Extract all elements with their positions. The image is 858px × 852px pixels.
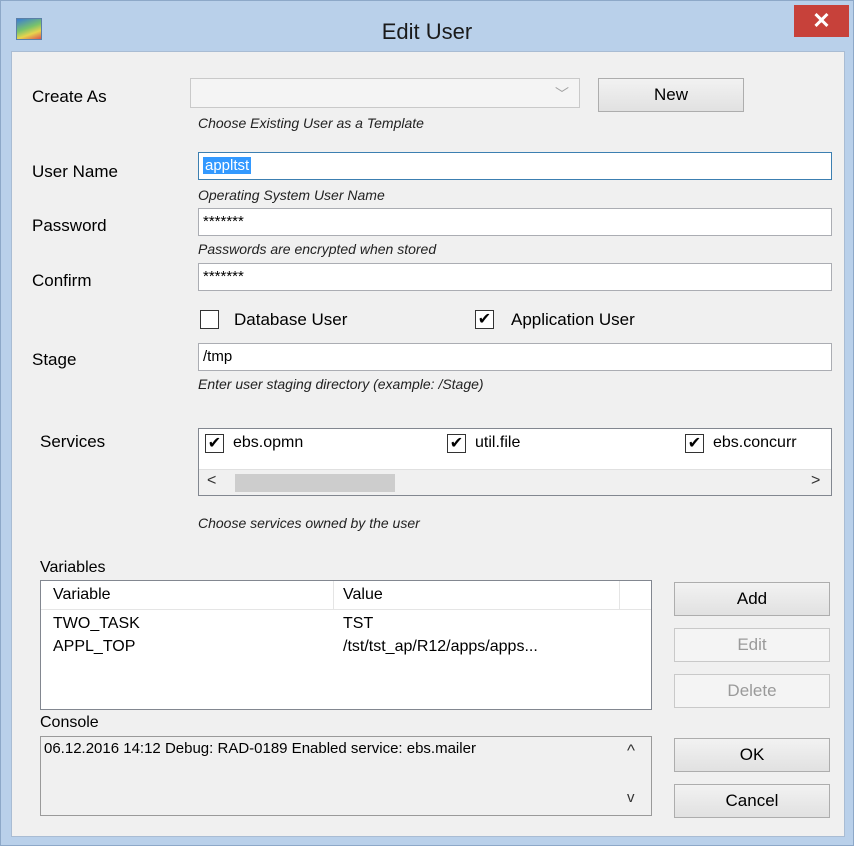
user-name-hint: Operating System User Name <box>198 187 385 203</box>
service-checkbox-util-file[interactable]: ✔ <box>447 434 466 453</box>
variable-name-cell: TWO_TASK <box>53 615 140 632</box>
console-output[interactable]: 06.12.2016 14:12 Debug: RAD-0189 Enabled… <box>40 736 652 816</box>
variables-header: Variable Value <box>41 581 651 610</box>
scrollbar-thumb[interactable] <box>235 474 395 492</box>
variables-table: Variable Value TWO_TASK TST APPL_TOP /ts… <box>40 580 652 710</box>
edit-user-window: Edit User ✕ Create As ﹀ New Choose Exist… <box>0 0 854 846</box>
dialog-body: Create As ﹀ New Choose Existing User as … <box>11 51 845 837</box>
application-user-label: Application User <box>511 310 635 329</box>
new-button[interactable]: New <box>598 78 744 112</box>
stage-field[interactable]: /tmp <box>198 343 832 371</box>
variable-value-cell: TST <box>343 615 374 632</box>
scroll-right-icon[interactable]: > <box>811 472 820 490</box>
user-name-value: appltst <box>203 157 252 174</box>
variable-name-cell: APPL_TOP <box>53 638 136 655</box>
console-label: Console <box>40 714 99 731</box>
service-label-ebs-concurr: ebs.concurr <box>713 434 797 451</box>
password-field[interactable]: ******* <box>198 208 832 236</box>
confirm-label: Confirm <box>32 271 92 290</box>
column-divider <box>333 581 334 609</box>
user-name-field[interactable]: appltst <box>198 152 832 180</box>
services-hint: Choose services owned by the user <box>198 515 420 531</box>
ok-button[interactable]: OK <box>674 738 830 772</box>
title-bar[interactable]: Edit User ✕ <box>1 1 853 51</box>
confirm-field[interactable]: ******* <box>198 263 832 291</box>
services-scrollbar[interactable]: < > <box>199 469 831 495</box>
create-as-hint: Choose Existing User as a Template <box>198 115 424 131</box>
service-label-ebs-opmn: ebs.opmn <box>233 434 304 451</box>
create-as-dropdown[interactable]: ﹀ <box>190 78 580 108</box>
stage-label: Stage <box>32 350 77 369</box>
delete-button[interactable]: Delete <box>674 674 830 708</box>
database-user-label: Database User <box>234 310 348 329</box>
services-label: Services <box>40 432 106 451</box>
column-header-variable[interactable]: Variable <box>53 586 111 604</box>
service-label-util-file: util.file <box>475 434 521 451</box>
column-header-value[interactable]: Value <box>343 586 383 604</box>
table-row[interactable]: APPL_TOP /tst/tst_ap/R12/apps/apps... <box>41 636 651 658</box>
service-checkbox-ebs-opmn[interactable]: ✔ <box>205 434 224 453</box>
services-list: ✔ ebs.opmn ✔ util.file ✔ ebs.concurr < > <box>198 428 832 496</box>
variable-value-cell: /tst/tst_ap/R12/apps/apps... <box>343 638 538 655</box>
stage-hint: Enter user staging directory (example: /… <box>198 376 484 392</box>
create-as-label: Create As <box>32 87 107 106</box>
close-button[interactable]: ✕ <box>794 5 849 37</box>
console-text: 06.12.2016 14:12 Debug: RAD-0189 Enabled… <box>44 740 476 757</box>
user-name-label: User Name <box>32 162 118 181</box>
column-divider <box>619 581 620 609</box>
service-checkbox-ebs-concurr[interactable]: ✔ <box>685 434 704 453</box>
chevron-down-icon: ﹀ <box>555 86 569 102</box>
database-user-checkbox[interactable] <box>200 310 219 329</box>
variables-label: Variables <box>40 559 106 576</box>
password-label: Password <box>32 216 107 235</box>
console-scrollbar[interactable]: ^ v <box>617 737 651 815</box>
table-row[interactable]: TWO_TASK TST <box>41 613 651 635</box>
password-hint: Passwords are encrypted when stored <box>198 241 437 257</box>
application-user-checkbox[interactable]: ✔ <box>475 310 494 329</box>
edit-button[interactable]: Edit <box>674 628 830 662</box>
scroll-left-icon[interactable]: < <box>207 472 216 490</box>
cancel-button[interactable]: Cancel <box>674 784 830 818</box>
add-button[interactable]: Add <box>674 582 830 616</box>
scroll-down-icon[interactable]: v <box>627 789 635 806</box>
scroll-up-icon[interactable]: ^ <box>627 741 635 761</box>
window-title: Edit User <box>381 19 473 44</box>
